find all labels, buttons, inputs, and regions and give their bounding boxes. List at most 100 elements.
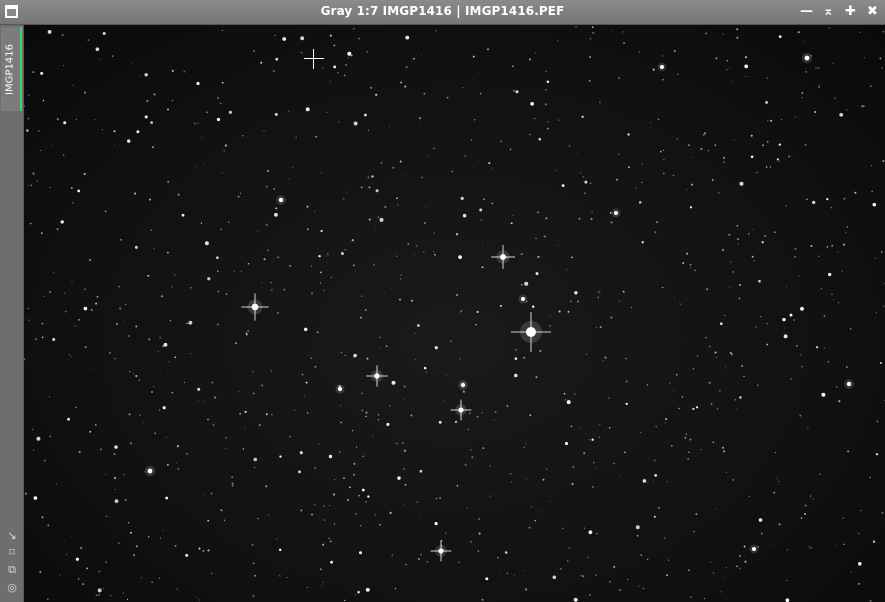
star	[588, 593, 591, 596]
image-sidebar: IMGP1416 ↘ ⌑ ⧉ ◎	[0, 25, 24, 602]
maximize-button[interactable]: ✚	[844, 4, 857, 20]
star	[730, 261, 732, 263]
star	[96, 295, 99, 298]
star	[489, 495, 491, 497]
star	[454, 420, 458, 423]
star	[800, 306, 804, 311]
star	[537, 211, 539, 214]
star	[159, 370, 161, 371]
star	[56, 228, 59, 231]
target-icon[interactable]: ◎	[5, 581, 19, 595]
star	[664, 422, 666, 424]
star	[386, 422, 390, 426]
close-button[interactable]: ✖	[866, 4, 879, 20]
star	[640, 554, 643, 557]
star	[67, 417, 71, 421]
star	[206, 111, 208, 114]
star	[499, 304, 502, 307]
star	[872, 202, 877, 207]
star	[344, 354, 346, 357]
image-canvas[interactable]	[24, 25, 885, 602]
star	[75, 557, 79, 561]
star	[625, 402, 628, 406]
star	[753, 259, 756, 262]
star	[359, 551, 362, 555]
star	[63, 121, 67, 125]
star	[361, 409, 364, 412]
star	[113, 453, 116, 455]
star	[646, 384, 649, 386]
star	[688, 451, 690, 454]
star	[355, 513, 358, 515]
star	[220, 509, 223, 512]
star	[846, 226, 848, 228]
fit-icon[interactable]: ⌑	[5, 546, 19, 560]
star	[799, 414, 802, 417]
star	[150, 229, 153, 232]
star	[224, 144, 227, 147]
star	[757, 384, 759, 386]
star	[72, 84, 74, 86]
star	[254, 574, 257, 577]
star	[136, 130, 140, 134]
title-bar[interactable]: Gray 1:7 IMGP1416 | IMGP1416.PEF — ⌅ ✚ ✖	[0, 0, 885, 25]
star	[714, 144, 717, 146]
star	[647, 558, 649, 561]
star	[413, 254, 415, 256]
star	[609, 580, 611, 583]
star	[794, 116, 796, 118]
star	[418, 558, 420, 560]
star	[61, 33, 64, 37]
star	[504, 551, 508, 554]
star	[794, 256, 796, 258]
star	[751, 255, 754, 258]
star	[40, 71, 44, 75]
star	[850, 328, 852, 330]
star	[216, 117, 221, 122]
star	[411, 60, 413, 61]
star	[611, 29, 613, 31]
star	[434, 29, 437, 32]
star	[704, 132, 706, 135]
star	[405, 66, 408, 69]
star	[300, 509, 303, 512]
star	[352, 473, 356, 476]
star	[395, 442, 398, 445]
star	[78, 451, 81, 454]
star	[836, 386, 838, 388]
image-tab[interactable]: IMGP1416	[1, 27, 22, 111]
star	[690, 156, 692, 158]
star	[481, 598, 484, 601]
star	[653, 515, 656, 518]
star	[422, 250, 425, 253]
star	[469, 540, 473, 543]
clone-icon[interactable]: ⧉	[5, 563, 19, 577]
star	[327, 253, 329, 255]
shade-button[interactable]: ⌅	[822, 4, 835, 20]
star	[310, 265, 312, 267]
star	[424, 206, 427, 208]
star	[786, 549, 789, 551]
star	[348, 486, 351, 489]
star	[523, 356, 526, 359]
minimize-button[interactable]: —	[800, 4, 813, 20]
star	[794, 247, 797, 250]
star	[270, 288, 273, 291]
resize-icon[interactable]: ↘	[5, 529, 19, 543]
star	[340, 252, 344, 255]
star	[225, 447, 227, 449]
star	[542, 478, 545, 481]
star	[570, 425, 573, 428]
crosshair-cursor	[304, 49, 324, 69]
star	[482, 242, 484, 244]
star	[577, 300, 579, 303]
star	[126, 598, 129, 601]
star	[345, 63, 348, 66]
star	[830, 207, 832, 209]
star	[27, 94, 30, 97]
star	[470, 449, 472, 451]
star	[770, 119, 773, 122]
star	[723, 161, 726, 164]
image-tab-label: IMGP1416	[4, 44, 16, 96]
star	[268, 514, 270, 516]
